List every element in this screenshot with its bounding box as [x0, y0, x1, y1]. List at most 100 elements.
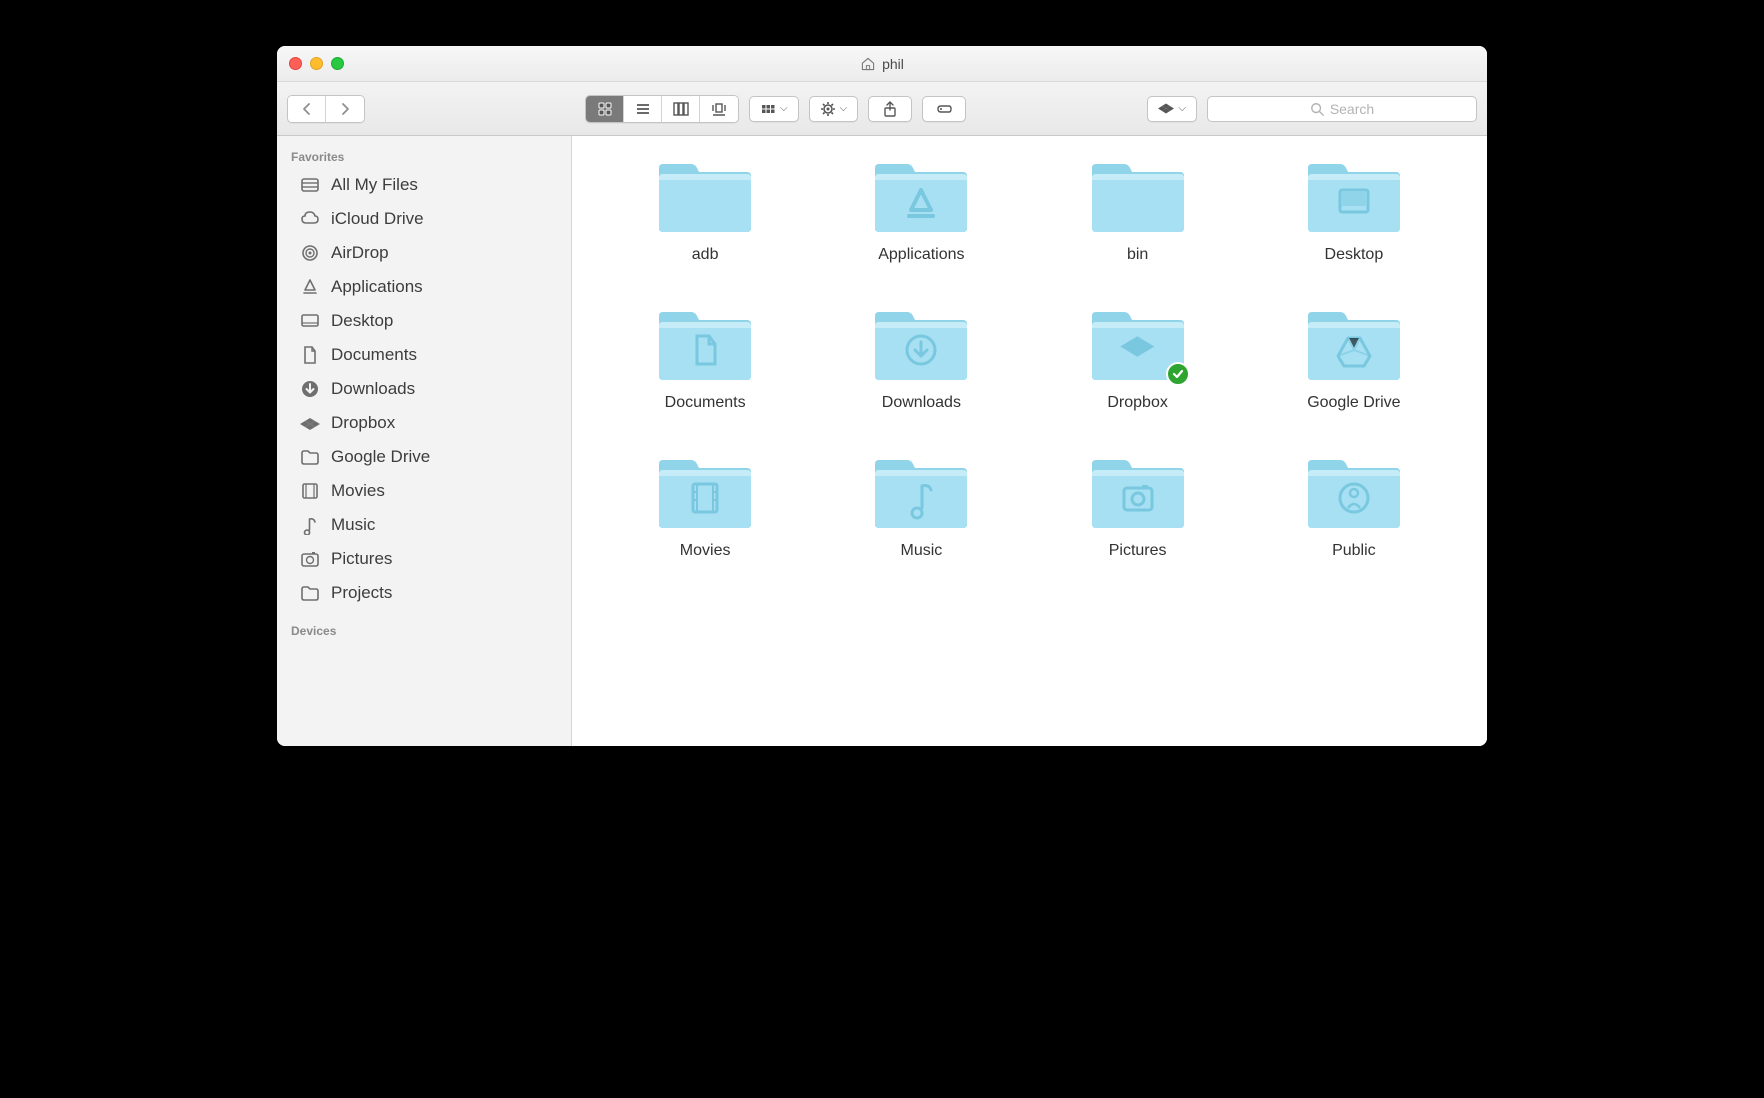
file-item[interactable]: Documents — [612, 304, 798, 412]
view-coverflow-button[interactable] — [700, 96, 738, 122]
file-item[interactable]: Public — [1261, 452, 1447, 560]
chevron-down-icon: ⌵ — [780, 103, 788, 114]
sidebar-item-label: Projects — [331, 583, 392, 603]
airdrop-icon — [299, 242, 321, 264]
sidebar-item-label: Dropbox — [331, 413, 395, 433]
sidebar-item-all-my-files[interactable]: All My Files — [277, 168, 571, 202]
window-body: Favorites All My Files iCloud Drive AirD… — [277, 136, 1487, 746]
search-placeholder: Search — [1330, 101, 1374, 117]
folder-icon — [655, 452, 755, 532]
sidebar-item-applications[interactable]: Applications — [277, 270, 571, 304]
file-item[interactable]: bin — [1045, 156, 1231, 264]
sidebar-item-desktop[interactable]: Desktop — [277, 304, 571, 338]
view-list-button[interactable] — [624, 96, 662, 122]
sidebar-item-pictures[interactable]: Pictures — [277, 542, 571, 576]
titlebar[interactable]: phil — [277, 46, 1487, 82]
sidebar-item-label: Pictures — [331, 549, 392, 569]
sidebar-item-label: Google Drive — [331, 447, 430, 467]
folder-icon — [655, 156, 755, 236]
sidebar-item-google-drive[interactable]: Google Drive — [277, 440, 571, 474]
sidebar-item-projects[interactable]: Projects — [277, 576, 571, 610]
dropbox-icon — [299, 412, 321, 434]
search-input[interactable]: Search — [1207, 96, 1477, 122]
sidebar-item-movies[interactable]: Movies — [277, 474, 571, 508]
sidebar-item-label: Downloads — [331, 379, 415, 399]
chevron-down-icon: ⌵ — [840, 103, 848, 114]
sidebar-item-music[interactable]: Music — [277, 508, 571, 542]
arrange-icon — [760, 101, 776, 117]
file-item[interactable]: Google Drive — [1261, 304, 1447, 412]
file-label: bin — [1127, 246, 1148, 264]
view-mode-group — [585, 95, 739, 123]
all-my-files-icon — [299, 174, 321, 196]
close-button[interactable] — [289, 57, 302, 70]
file-label: adb — [692, 246, 719, 264]
sidebar-item-label: Documents — [331, 345, 417, 365]
file-grid[interactable]: adb Applications bin Desktop — [572, 136, 1487, 746]
file-item[interactable]: Dropbox — [1045, 304, 1231, 412]
view-columns-button[interactable] — [662, 96, 700, 122]
folder-icon — [655, 304, 755, 384]
file-item[interactable]: Music — [828, 452, 1014, 560]
file-label: Pictures — [1109, 542, 1167, 560]
file-item[interactable]: Pictures — [1045, 452, 1231, 560]
folder-icon — [1304, 304, 1404, 384]
sidebar-item-dropbox[interactable]: Dropbox — [277, 406, 571, 440]
file-item[interactable]: Movies — [612, 452, 798, 560]
sidebar-header-devices: Devices — [277, 618, 571, 642]
dropbox-toolbar-button[interactable]: ⌵ — [1147, 96, 1197, 122]
home-icon — [860, 56, 876, 72]
minimize-button[interactable] — [310, 57, 323, 70]
sidebar-item-label: AirDrop — [331, 243, 389, 263]
file-label: Downloads — [882, 394, 961, 412]
folder-icon — [299, 582, 321, 604]
file-label: Documents — [665, 394, 746, 412]
sidebar-item-airdrop[interactable]: AirDrop — [277, 236, 571, 270]
folder-icon — [1088, 452, 1188, 532]
applications-icon — [299, 276, 321, 298]
file-label: Applications — [878, 246, 964, 264]
chevron-down-icon: ⌵ — [1178, 103, 1186, 114]
sidebar-item-downloads[interactable]: Downloads — [277, 372, 571, 406]
finder-window: phil ⌵ ⌵ — [277, 46, 1487, 746]
window-title: phil — [277, 56, 1487, 72]
sidebar-item-label: Desktop — [331, 311, 393, 331]
file-item[interactable]: adb — [612, 156, 798, 264]
music-icon — [299, 514, 321, 536]
file-item[interactable]: Applications — [828, 156, 1014, 264]
desktop-icon — [299, 310, 321, 332]
tags-button[interactable] — [922, 96, 966, 122]
file-label: Public — [1332, 542, 1376, 560]
icloud-icon — [299, 208, 321, 230]
sidebar-item-icloud-drive[interactable]: iCloud Drive — [277, 202, 571, 236]
arrange-button[interactable]: ⌵ — [749, 96, 799, 122]
traffic-lights — [277, 57, 344, 70]
sidebar-item-label: Movies — [331, 481, 385, 501]
file-label: Google Drive — [1307, 394, 1400, 412]
sidebar-item-label: Music — [331, 515, 375, 535]
sidebar-item-label: All My Files — [331, 175, 418, 195]
folder-icon — [1304, 156, 1404, 236]
folder-icon — [871, 452, 971, 532]
search-icon — [1310, 102, 1324, 116]
file-item[interactable]: Desktop — [1261, 156, 1447, 264]
file-item[interactable]: Downloads — [828, 304, 1014, 412]
sync-badge-icon — [1166, 362, 1190, 386]
back-button[interactable] — [288, 96, 326, 122]
toolbar: ⌵ ⌵ ⌵ Search — [277, 82, 1487, 136]
folder-icon — [871, 304, 971, 384]
zoom-button[interactable] — [331, 57, 344, 70]
folder-icon — [871, 156, 971, 236]
file-label: Movies — [680, 542, 731, 560]
sidebar-item-documents[interactable]: Documents — [277, 338, 571, 372]
view-icons-button[interactable] — [586, 96, 624, 122]
nav-buttons — [287, 95, 365, 123]
file-label: Dropbox — [1107, 394, 1167, 412]
forward-button[interactable] — [326, 96, 364, 122]
sidebar-header-favorites: Favorites — [277, 144, 571, 168]
folder-icon — [1088, 156, 1188, 236]
folder-icon — [299, 446, 321, 468]
share-button[interactable] — [868, 96, 912, 122]
action-button[interactable]: ⌵ — [809, 96, 859, 122]
sidebar: Favorites All My Files iCloud Drive AirD… — [277, 136, 572, 746]
